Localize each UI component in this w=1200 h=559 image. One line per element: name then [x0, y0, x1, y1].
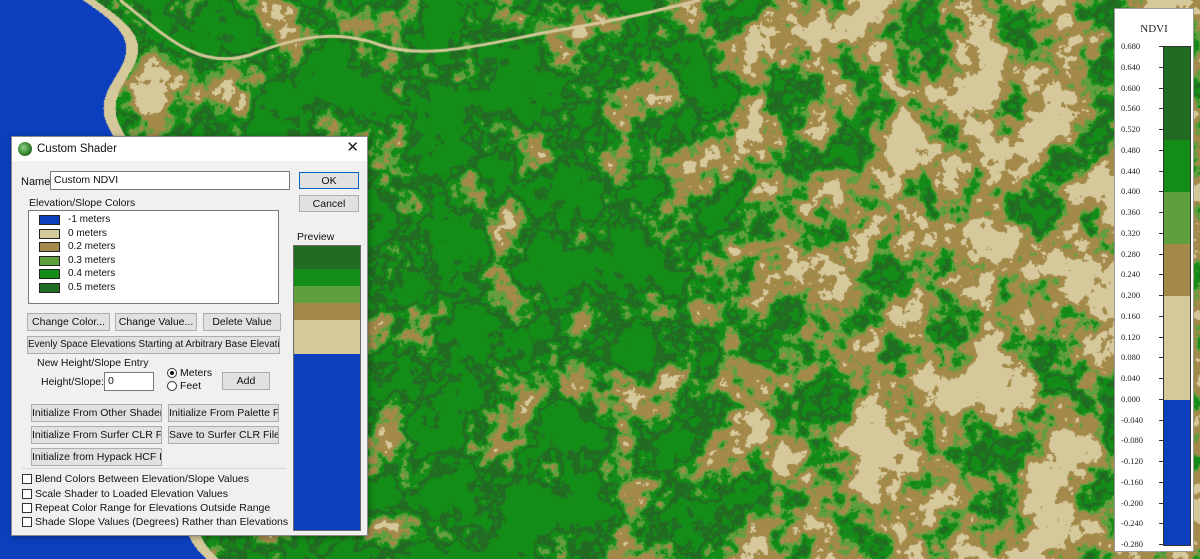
legend-color-bar	[1163, 46, 1191, 546]
color-swatch	[39, 228, 60, 239]
close-icon[interactable]: ✕	[346, 140, 359, 156]
preview-stripe	[294, 303, 360, 321]
new-entry-group: New Height/Slope Entry Height/Slope: 0 M…	[28, 354, 280, 397]
legend-tick-label: 0.640	[1121, 62, 1163, 72]
color-swatch	[39, 255, 60, 266]
preview-stripe	[294, 320, 360, 355]
change-color-button[interactable]: Change Color...	[27, 313, 110, 331]
color-swatch	[39, 242, 60, 252]
name-label: Name	[21, 176, 51, 188]
legend-tick-label: 0.000	[1121, 394, 1163, 404]
legend-tick-label: 0.440	[1121, 166, 1163, 176]
legend-segment	[1164, 47, 1190, 141]
legend-tick-label: 0.360	[1121, 207, 1163, 217]
color-entry-label: 0 meters	[68, 227, 107, 239]
blend-checkbox[interactable]	[22, 474, 32, 484]
repeat-label: Repeat Color Range for Elevations Outsid…	[35, 502, 271, 514]
shade-slope-checkbox[interactable]	[22, 517, 32, 527]
colors-label: Elevation/Slope Colors	[29, 197, 136, 209]
ok-button[interactable]: OK	[299, 172, 359, 189]
legend-tick-label: -0.280	[1121, 539, 1163, 549]
legend-segment	[1164, 296, 1190, 400]
shade-slope-label: Shade Slope Values (Degrees) Rather than…	[35, 516, 289, 528]
preview-stripe	[294, 269, 360, 287]
color-entry-label: 0.3 meters	[68, 254, 116, 266]
add-button[interactable]: Add	[222, 372, 270, 390]
color-entry-label: 0.2 meters	[68, 241, 116, 252]
repeat-checkbox[interactable]	[22, 503, 32, 513]
cancel-button[interactable]: Cancel	[299, 195, 359, 212]
dialog-titlebar[interactable]: Custom Shader ✕	[12, 137, 367, 161]
legend-tick-label: -0.240	[1121, 518, 1163, 528]
legend-tick-label: 0.280	[1121, 249, 1163, 259]
legend-tick-label: 0.400	[1121, 186, 1163, 196]
height-slope-label: Height/Slope:	[41, 376, 105, 388]
color-entry-label: 0.5 meters	[68, 281, 116, 293]
color-swatch	[39, 215, 60, 225]
legend-segment	[1164, 192, 1190, 245]
preview-stripe	[294, 246, 360, 270]
legend-segment	[1164, 244, 1190, 296]
color-swatch	[39, 282, 60, 293]
separator	[22, 468, 286, 469]
legend-tick-label: -0.120	[1121, 456, 1163, 466]
color-entry-list[interactable]: -1 meters 0 meters 0.2 meters 0.3 meters 0.4…	[28, 210, 279, 304]
legend-tick-label: 0.120	[1121, 332, 1163, 342]
app-globe-icon	[18, 142, 32, 156]
legend-tick-label: 0.480	[1121, 145, 1163, 155]
dialog-title: Custom Shader	[37, 143, 117, 155]
preview-stripe	[294, 354, 360, 530]
new-entry-label: New Height/Slope Entry	[37, 357, 149, 369]
ndvi-legend: NDVI 0.680 0.640 0.600 0.560 0.520 0.480 0.440…	[1114, 8, 1194, 552]
legend-tick-label: -0.040	[1121, 415, 1163, 425]
delete-value-button[interactable]: Delete Value	[203, 313, 281, 331]
change-value-button[interactable]: Change Value...	[115, 313, 197, 331]
blend-label: Blend Colors Between Elevation/Slope Val…	[35, 473, 250, 485]
legend-tick-label: -0.080	[1121, 435, 1163, 445]
preview-swatch	[293, 245, 361, 531]
preview-stripe	[294, 286, 360, 304]
legend-tick-label: 0.680	[1121, 41, 1163, 51]
legend-tick-label: -0.200	[1121, 498, 1163, 508]
legend-tick-label: 0.560	[1121, 103, 1163, 113]
scale-label: Scale Shader to Loaded Elevation Values	[35, 488, 229, 500]
feet-radio[interactable]	[167, 381, 177, 391]
legend-tick-label: 0.160	[1121, 311, 1163, 321]
legend-tick-label: -0.160	[1121, 477, 1163, 487]
color-swatch	[39, 269, 60, 279]
meters-label: Meters	[180, 367, 213, 379]
legend-tick-label: 0.240	[1121, 269, 1163, 279]
evenly-space-button[interactable]: Evenly Space Elevations Starting at Arbi…	[27, 336, 280, 354]
legend-title: NDVI	[1140, 23, 1168, 35]
init-other-shader-button[interactable]: Initialize From Other Shader	[31, 404, 162, 422]
color-entry-label: 0.4 meters	[68, 268, 116, 279]
init-hypack-button[interactable]: Initialize from Hypack HCF File...	[31, 448, 162, 466]
custom-shader-dialog: Custom Shader ✕ Name Custom NDVI OK Canc…	[11, 136, 368, 536]
name-field[interactable]: Custom NDVI	[50, 171, 290, 190]
scale-checkbox[interactable]	[22, 489, 32, 499]
init-surfer-button[interactable]: Initialize From Surfer CLR File...	[31, 426, 162, 444]
meters-radio[interactable]	[167, 368, 177, 378]
feet-label: Feet	[180, 380, 202, 392]
legend-tick-label: 0.040	[1121, 373, 1163, 383]
color-entry-label: -1 meters	[68, 214, 111, 225]
legend-tick-label: 0.080	[1121, 352, 1163, 362]
save-surfer-button[interactable]: Save to Surfer CLR File...	[168, 426, 279, 444]
legend-segment	[1164, 140, 1190, 193]
legend-tick-label: 0.520	[1121, 124, 1163, 134]
preview-label: Preview	[297, 231, 335, 243]
legend-tick-label: 0.320	[1121, 228, 1163, 238]
legend-tick-label: 0.200	[1121, 290, 1163, 300]
legend-tick-label: 0.600	[1121, 83, 1163, 93]
legend-segment	[1164, 399, 1190, 545]
init-palette-button[interactable]: Initialize From Palette File...	[168, 404, 279, 422]
height-slope-input[interactable]: 0	[104, 372, 154, 391]
